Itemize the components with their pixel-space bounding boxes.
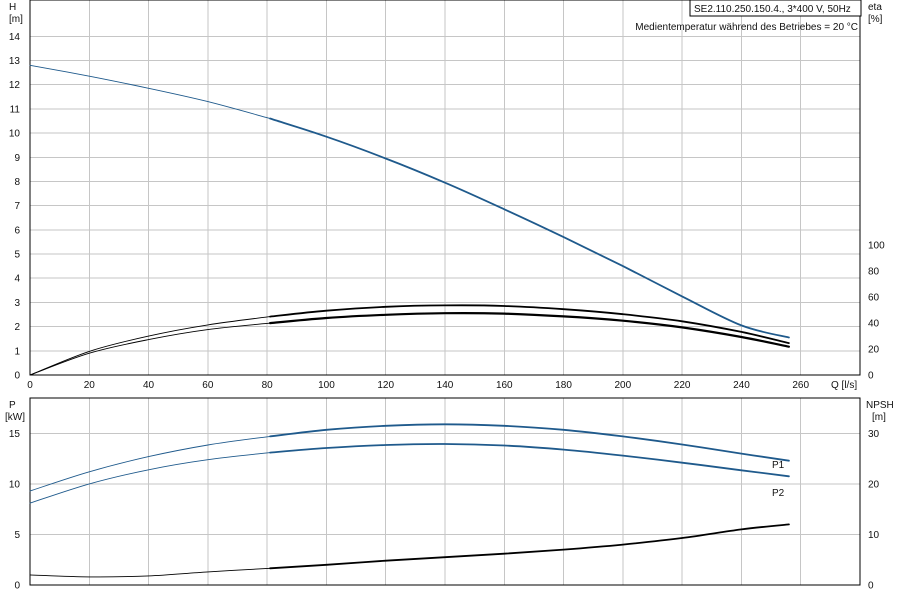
y-left-tick-bottom: 15 [9, 429, 21, 440]
y-left-tick-top: 13 [9, 56, 21, 67]
x-tick-label: 260 [792, 380, 809, 391]
x-tick-label: 0 [27, 380, 33, 391]
model-text: SE2.110.250.150.4., 3*400 V, 50Hz [694, 4, 851, 15]
y-left-tick-top: 12 [9, 80, 21, 91]
x-tick-label: 40 [143, 380, 155, 391]
y-right-label-top: eta [868, 2, 882, 13]
x-tick-label: 20 [84, 380, 96, 391]
y-right-unit-bottom: [m] [872, 412, 886, 423]
x-tick-label: 200 [615, 380, 632, 391]
x-tick-label: 180 [555, 380, 572, 391]
y-right-tick-bottom: 10 [868, 530, 880, 541]
series-eta-lower [269, 312, 790, 348]
series-P1 [269, 423, 790, 462]
y-right-unit-top: [%] [868, 14, 883, 25]
y-right-label-bottom: NPSH [866, 400, 894, 411]
y-left-unit-top: [m] [9, 14, 23, 25]
series-H-extended [29, 64, 271, 119]
series-layer [29, 64, 790, 578]
y-left-tick-top: 6 [14, 225, 20, 236]
y-left-tick-top: 1 [14, 346, 20, 357]
y-right-tick-bottom: 0 [868, 581, 874, 592]
y-left-tick-top: 4 [14, 274, 20, 285]
y-left-label-top: H [9, 2, 16, 13]
series-NPSH [269, 523, 790, 570]
y-left-label-bottom: P [9, 400, 16, 411]
top-plot-grid [29, 0, 861, 376]
series-eta-upper-extended [29, 316, 271, 376]
tick-labels: 0 20 40 60 80 100 120 140 160 180 200 220 240 2600123… [9, 32, 885, 592]
y-right-tick-top: 100 [868, 241, 885, 252]
y-right-tick-top: 80 [868, 267, 880, 278]
y-left-tick-top: 10 [9, 129, 21, 140]
y-right-tick-top: 20 [868, 345, 880, 356]
y-left-tick-top: 0 [14, 371, 20, 382]
x-tick-label: 80 [262, 380, 274, 391]
pump-curve-chart: 0 20 40 60 80 100 120 140 160 180 200 220 240 2600123… [5, 0, 894, 592]
x-tick-label: 160 [496, 380, 513, 391]
x-tick-label: 60 [202, 380, 214, 391]
y-left-tick-top: 8 [14, 177, 20, 188]
x-tick-label: 140 [437, 380, 454, 391]
x-tick-label: 120 [377, 380, 394, 391]
y-left-tick-top: 7 [14, 201, 20, 212]
series-label-p2: P2 [772, 488, 785, 499]
info-box: SE2.110.250.150.4., 3*400 V, 50Hz Medien… [635, 0, 862, 33]
y-left-tick-top: 2 [14, 322, 20, 333]
y-left-tick-top: 9 [14, 153, 20, 164]
y-left-tick-top: 11 [10, 104, 21, 115]
series-label-p1: P1 [772, 460, 785, 471]
axis-labels: H [m] eta [%] Q [l/s] P [kW] NPSH [m] [5, 2, 894, 423]
medium-temperature-text: Medientemperatur während des Betriebes =… [635, 22, 858, 33]
x-tick-label: 100 [318, 380, 335, 391]
x-tick-label: 220 [674, 380, 691, 391]
series-P1-extended [29, 435, 271, 492]
series-P2-extended [29, 452, 271, 504]
y-left-tick-top: 5 [14, 250, 20, 261]
y-right-tick-top: 0 [868, 371, 874, 382]
y-right-tick-top: 60 [868, 293, 880, 304]
y-right-tick-top: 40 [868, 319, 880, 330]
y-right-tick-bottom: 30 [868, 429, 880, 440]
y-left-tick-bottom: 5 [14, 530, 20, 541]
y-left-tick-bottom: 10 [9, 479, 21, 490]
series-eta-lower-extended [29, 322, 271, 376]
series-H [269, 117, 790, 339]
x-tick-label: 240 [733, 380, 750, 391]
y-left-tick-top: 14 [9, 32, 21, 43]
y-right-tick-bottom: 20 [868, 479, 880, 490]
series-NPSH-extended [29, 567, 271, 578]
x-axis-label: Q [l/s] [831, 380, 857, 391]
y-left-tick-bottom: 0 [14, 581, 20, 592]
y-left-unit-bottom: [kW] [5, 412, 25, 423]
y-left-tick-top: 3 [14, 298, 20, 309]
